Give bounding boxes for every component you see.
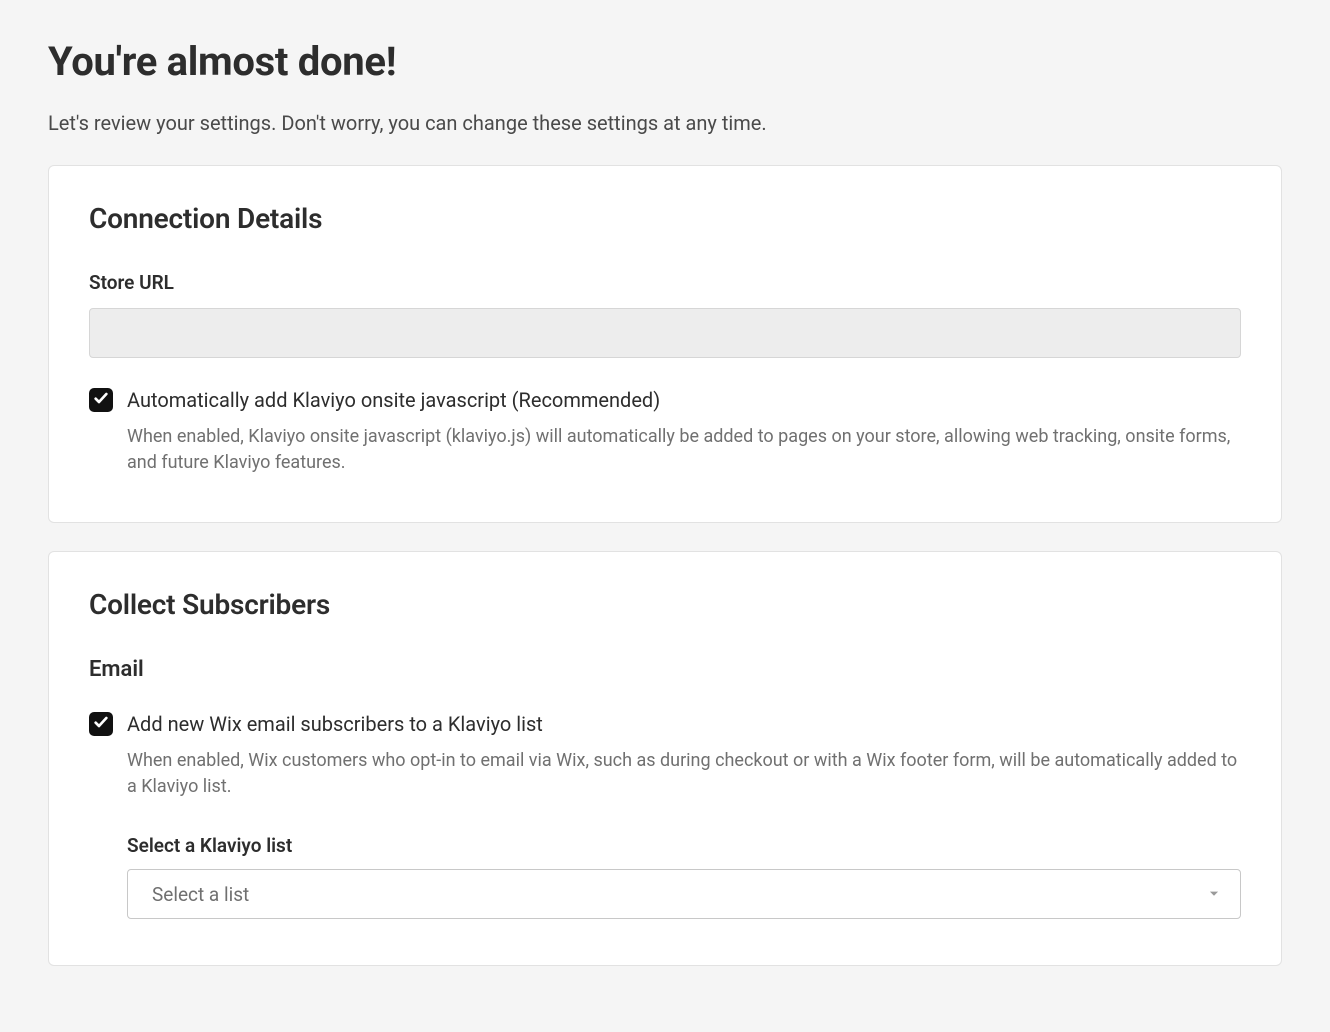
page-subtitle: Let's review your settings. Don't worry,… xyxy=(48,109,1282,137)
connection-details-title: Connection Details xyxy=(89,202,1241,235)
connection-details-card: Connection Details Store URL Automatical… xyxy=(48,165,1282,523)
auto-js-row: Automatically add Klaviyo onsite javascr… xyxy=(89,386,1241,476)
auto-js-label: Automatically add Klaviyo onsite javascr… xyxy=(127,386,1241,414)
store-url-input[interactable] xyxy=(89,308,1241,358)
collect-subscribers-card: Collect Subscribers Email Add new Wix em… xyxy=(48,551,1282,966)
auto-js-description: When enabled, Klaviyo onsite javascript … xyxy=(127,424,1241,476)
klaviyo-list-label: Select a Klaviyo list xyxy=(127,834,1241,857)
add-wix-row: Add new Wix email subscribers to a Klavi… xyxy=(89,710,1241,919)
collect-subscribers-title: Collect Subscribers xyxy=(89,588,1241,621)
email-section-heading: Email xyxy=(89,657,1241,682)
add-wix-description: When enabled, Wix customers who opt-in t… xyxy=(127,748,1241,800)
store-url-label: Store URL xyxy=(89,271,1241,294)
add-wix-checkbox[interactable] xyxy=(89,712,113,736)
checkmark-icon xyxy=(93,390,109,410)
klaviyo-list-select[interactable]: Select a list xyxy=(127,869,1241,919)
page-title: You're almost done! xyxy=(48,38,1282,85)
auto-js-checkbox[interactable] xyxy=(89,388,113,412)
checkmark-icon xyxy=(93,714,109,734)
add-wix-label: Add new Wix email subscribers to a Klavi… xyxy=(127,710,1241,738)
